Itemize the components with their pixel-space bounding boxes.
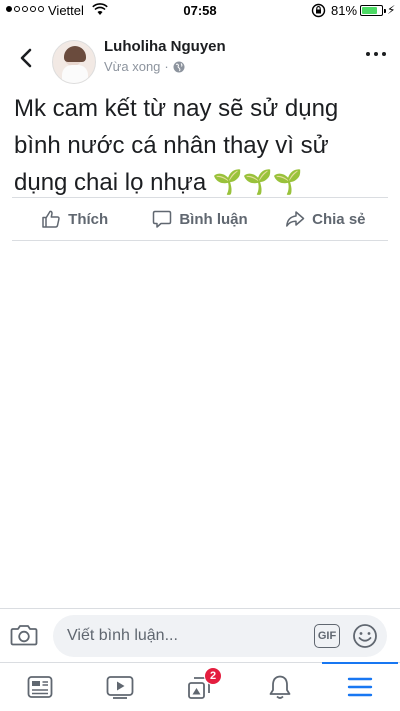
tab-menu[interactable] (320, 662, 400, 711)
chevron-left-icon (20, 48, 32, 68)
share-icon (286, 211, 305, 227)
post-body: Mk cam kết từ nay sẽ sử dụng bình nước c… (14, 90, 386, 201)
post-meta: Vừa xong · (104, 59, 185, 74)
comment-composer: GIF (0, 608, 400, 662)
notifications-icon (269, 675, 291, 699)
meta-separator: · (164, 59, 169, 74)
author-name[interactable]: Luholiha Nguyen (104, 38, 226, 55)
like-label: Thích (68, 210, 109, 228)
battery-percent: 81% (331, 3, 358, 18)
tab-watch[interactable] (80, 663, 160, 711)
post-header: Luholiha Nguyen Vừa xong · (0, 36, 400, 86)
menu-icon (347, 677, 373, 697)
thumbs-up-icon (42, 210, 60, 228)
comment-button[interactable]: Bình luận (137, 198, 262, 240)
like-button[interactable]: Thích (12, 198, 137, 240)
camera-button[interactable] (10, 623, 38, 652)
seedling-emoji: 🌱🌱🌱 (212, 169, 303, 196)
watch-icon (106, 676, 134, 699)
notification-badge: 2 (204, 667, 222, 685)
more-options-button[interactable] (366, 52, 386, 56)
emoji-button[interactable] (352, 623, 378, 654)
comment-label: Bình luận (179, 210, 248, 228)
rotation-lock-icon (311, 3, 326, 21)
smiley-icon (353, 624, 377, 648)
news-feed-icon (27, 676, 53, 698)
comment-icon (153, 210, 172, 228)
tab-news-feed[interactable] (0, 663, 80, 711)
share-button[interactable]: Chia sẻ (263, 198, 388, 240)
charging-icon: ⚡︎ (387, 3, 396, 17)
more-icon (366, 52, 370, 56)
back-button[interactable] (14, 44, 38, 72)
battery-icon (360, 5, 386, 16)
globe-icon (173, 61, 185, 72)
gif-button[interactable]: GIF (314, 624, 340, 648)
post-actions: Thích Bình luận Chia sẻ (12, 197, 388, 241)
tab-notifications[interactable] (240, 663, 320, 711)
camera-icon (10, 625, 38, 646)
share-label: Chia sẻ (312, 210, 366, 228)
tab-groups[interactable]: 2 (160, 663, 240, 711)
status-bar: Viettel 07:58 81% ⚡︎ (0, 0, 400, 22)
avatar[interactable] (52, 40, 96, 84)
post-timestamp[interactable]: Vừa xong (104, 59, 160, 74)
bottom-tab-bar: 2 (0, 662, 400, 711)
